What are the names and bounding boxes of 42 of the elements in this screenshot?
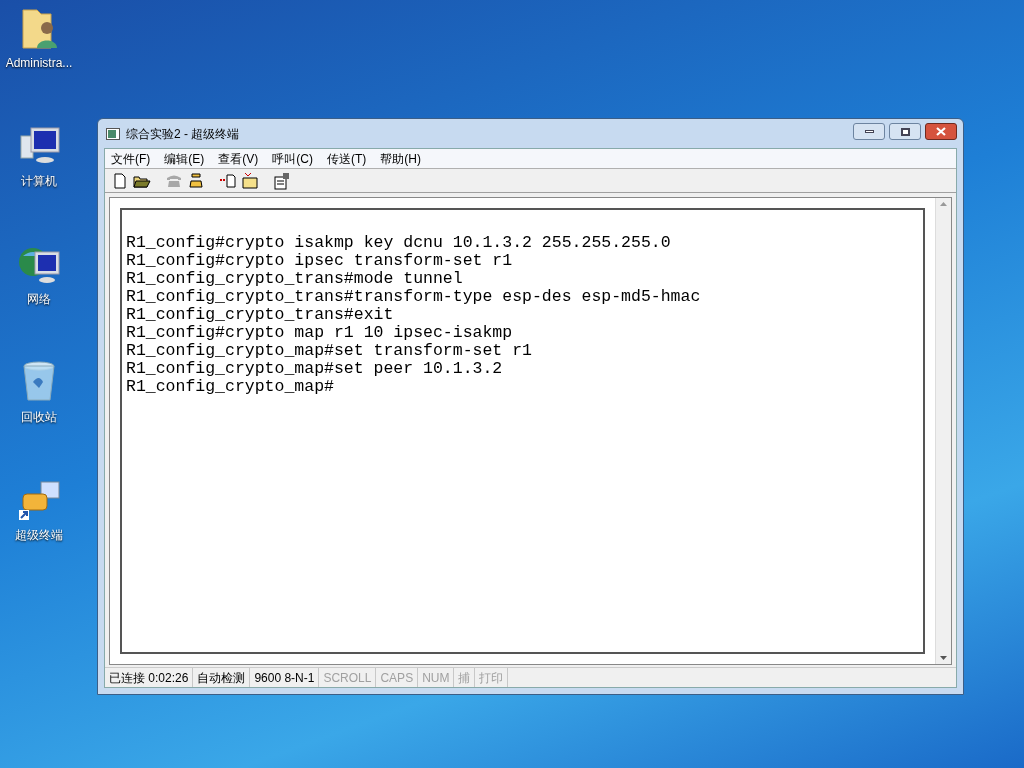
maximize-button[interactable]	[889, 123, 921, 140]
terminal-line: R1_config_crypto_trans#transform-type esp-des esp-md5-hmac	[126, 288, 701, 306]
new-document-icon[interactable]	[111, 171, 129, 190]
receive-folder-icon[interactable]	[241, 171, 259, 190]
terminal-line: R1_config#crypto ipsec transform-set r1	[126, 252, 513, 270]
close-button[interactable]	[925, 123, 957, 140]
minimize-button[interactable]	[853, 123, 885, 140]
terminal-line: R1_config_crypto_map#set peer 10.1.3.2	[126, 360, 503, 378]
menu-item[interactable]: 查看(V)	[218, 149, 259, 168]
status-field: 打印	[475, 668, 509, 687]
status-field: CAPS	[376, 668, 419, 687]
terminal-line: R1_config_crypto_map#set transform-set r1	[126, 342, 532, 360]
status-field: NUM	[418, 668, 455, 687]
terminal-line: R1_config_crypto_trans#mode tunnel	[126, 270, 463, 288]
menu-item[interactable]: 文件(F)	[111, 149, 151, 168]
desktop-icon-label[interactable]: Administra...	[5, 54, 73, 72]
desktop-icon-label[interactable]: 网络	[27, 290, 51, 308]
scroll-down-icon[interactable]	[940, 656, 947, 660]
desktop-icon-label[interactable]: 计算机	[21, 172, 57, 190]
desktop-icon-label[interactable]: 回收站	[21, 408, 57, 426]
menu-item[interactable]: 传送(T)	[327, 149, 367, 168]
status-field: 捕	[454, 668, 476, 687]
status-field: 已连接 0:02:26	[105, 668, 194, 687]
desktop-icon-label[interactable]: 超级终端	[15, 526, 63, 544]
terminal-line: R1_config_crypto_map#	[126, 378, 334, 396]
send-document-icon[interactable]	[219, 171, 237, 190]
status-field: 自动检测	[193, 668, 251, 687]
properties-icon[interactable]	[273, 171, 291, 190]
terminal-line: R1_config#crypto map r1 10 ipsec-isakmp	[126, 324, 513, 342]
status-field: SCROLL	[319, 668, 377, 687]
menu-item[interactable]: 帮助(H)	[380, 149, 421, 168]
terminal-line: R1_config_crypto_trans#exit	[126, 306, 394, 324]
phone-computer-shortcut-icon	[17, 478, 61, 522]
window-title: 综合实验2 - 超级终端	[126, 125, 240, 143]
status-field: 9600 8-N-1	[250, 668, 320, 687]
menu-item[interactable]: 呼叫(C)	[272, 149, 313, 168]
app-icon	[106, 127, 120, 140]
terminal-screen[interactable]	[120, 208, 925, 654]
close-icon	[936, 127, 946, 136]
terminal-line: R1_config#crypto isakmp key dcnu 10.1.3.2 255.255.255.0	[126, 234, 671, 252]
menu-item[interactable]: 编辑(E)	[164, 149, 205, 168]
scrollbar[interactable]	[935, 198, 951, 664]
